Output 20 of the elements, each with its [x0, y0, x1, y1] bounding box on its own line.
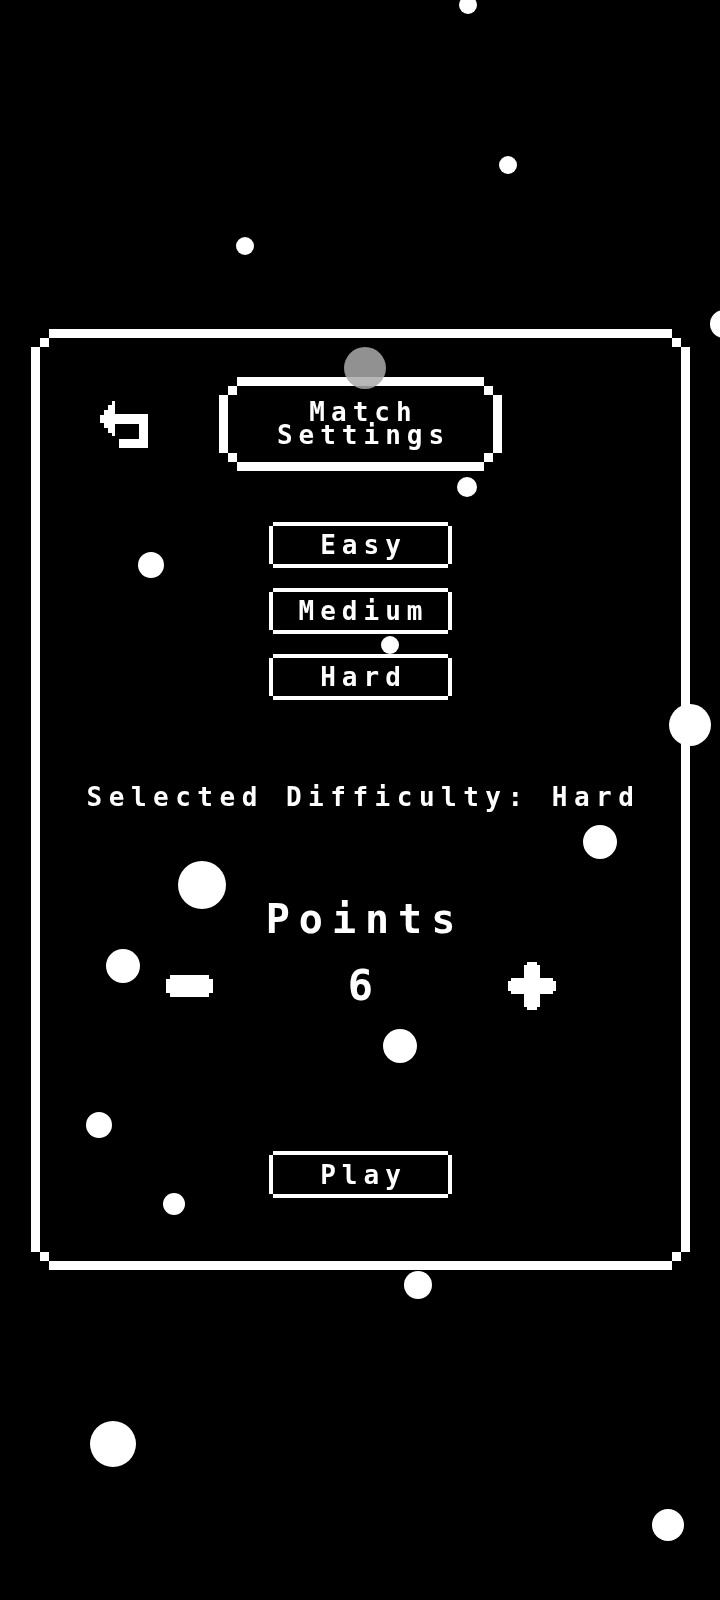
particle-dot [404, 1271, 432, 1299]
decrease-button[interactable] [166, 975, 213, 997]
selected-difficulty-text: Selected Difficulty: Hard [85, 782, 641, 812]
particle-dot [90, 1421, 136, 1467]
particle-dot [236, 237, 254, 255]
points-label: Points [264, 897, 465, 941]
title-banner: Match Settings [219, 377, 502, 471]
difficulty-button[interactable]: Medium [269, 588, 452, 634]
particle-dot [499, 156, 517, 174]
particle-dot [459, 0, 477, 14]
back-arrow-icon [100, 400, 148, 448]
particle-dot [652, 1509, 684, 1541]
plus-icon [508, 962, 556, 1010]
play-button[interactable]: Play [269, 1151, 452, 1198]
back-button[interactable] [100, 400, 148, 448]
increase-button[interactable] [508, 962, 556, 1010]
difficulty-button[interactable]: Hard [269, 654, 452, 700]
points-value: 6 [347, 963, 374, 1009]
difficulty-button[interactable]: Easy [269, 522, 452, 568]
minus-icon [166, 975, 213, 997]
